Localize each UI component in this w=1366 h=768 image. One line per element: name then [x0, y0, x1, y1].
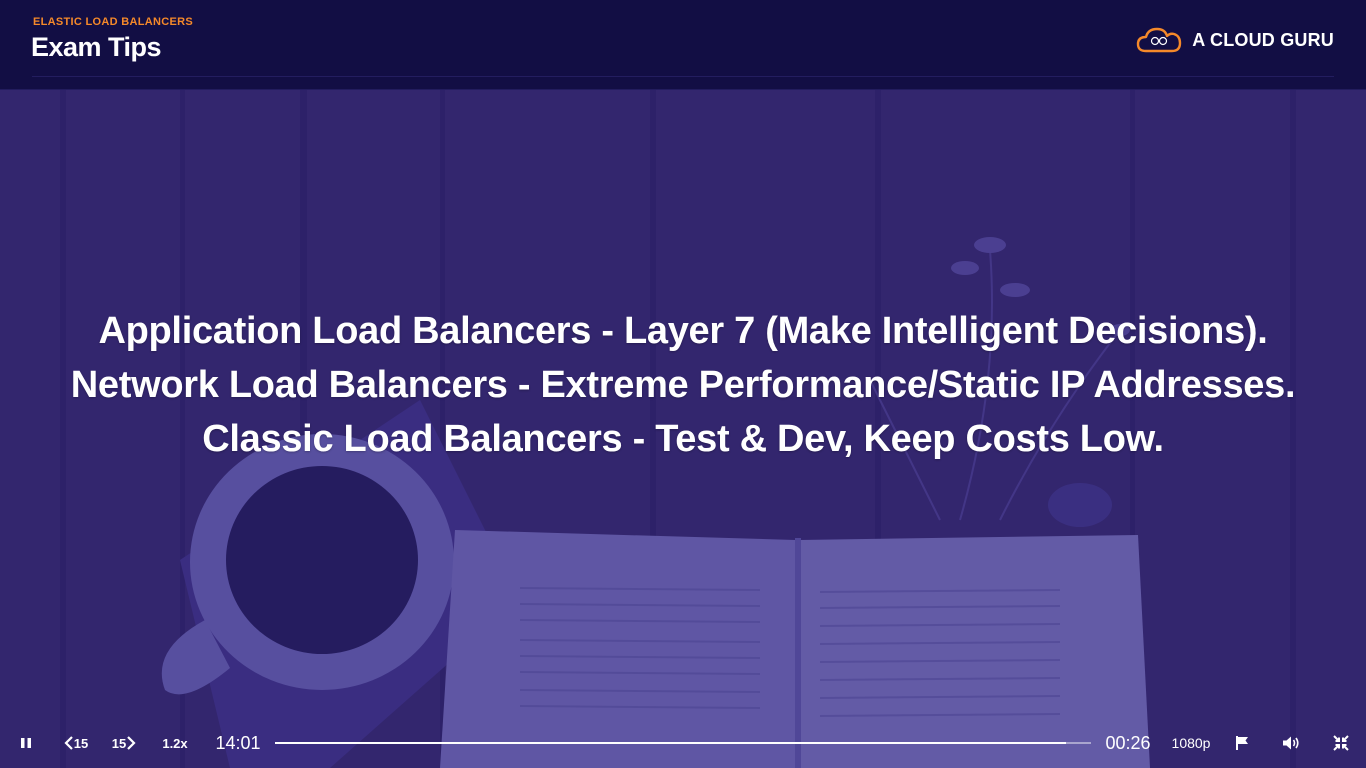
flag-button[interactable]	[1228, 722, 1256, 764]
quality-button[interactable]: 1080p	[1166, 722, 1216, 764]
forward-15-button[interactable]: 15	[108, 722, 140, 764]
video-player[interactable]: ELASTIC LOAD BALANCERS Exam Tips A CLOUD…	[0, 0, 1366, 768]
page-title: Exam Tips	[31, 32, 162, 62]
exit-fullscreen-icon	[1333, 735, 1349, 751]
brand-logo: A CLOUD GURU	[1136, 24, 1334, 56]
elapsed-time-label: 14:01	[215, 732, 261, 753]
elapsed-time: 14:01	[210, 722, 266, 764]
pause-icon	[20, 737, 32, 749]
pause-button[interactable]	[12, 722, 40, 764]
progress-bar-fill	[275, 742, 1066, 744]
tip-application-load-balancers: Application Load Balancers - Layer 7 (Ma…	[98, 310, 1268, 352]
exit-fullscreen-button[interactable]	[1327, 722, 1355, 764]
playback-speed-label: 1.2x	[162, 735, 188, 751]
quality-label: 1080p	[1171, 735, 1211, 751]
progress-bar[interactable]	[275, 742, 1091, 744]
volume-icon	[1282, 735, 1300, 751]
rewind-15-button[interactable]: 15	[60, 722, 92, 764]
exam-tips-list: Application Load Balancers - Layer 7 (Ma…	[0, 304, 1366, 466]
section-label: ELASTIC LOAD BALANCERS	[33, 16, 193, 28]
rewind-seconds-label: 15	[73, 735, 89, 751]
player-controls: 15 15 1.2x 14:01 00:26 1080p	[0, 722, 1366, 768]
rewind-15-icon	[64, 736, 74, 750]
flag-icon	[1234, 735, 1250, 751]
tip-network-load-balancers: Network Load Balancers - Extreme Perform…	[70, 364, 1296, 406]
remaining-time-label: 00:26	[1105, 732, 1151, 753]
brand-name: A CLOUD GURU	[1192, 29, 1334, 50]
cloud-logo-icon	[1136, 26, 1182, 54]
forward-seconds-label: 15	[111, 735, 127, 751]
tip-classic-load-balancers: Classic Load Balancers - Test & Dev, Kee…	[202, 418, 1164, 460]
forward-15-icon	[126, 736, 136, 750]
header-bar: ELASTIC LOAD BALANCERS Exam Tips A CLOUD…	[0, 0, 1366, 90]
volume-button[interactable]	[1277, 722, 1305, 764]
playback-speed-button[interactable]: 1.2x	[156, 722, 194, 764]
header-divider	[32, 76, 1334, 77]
remaining-time: 00:26	[1100, 722, 1156, 764]
